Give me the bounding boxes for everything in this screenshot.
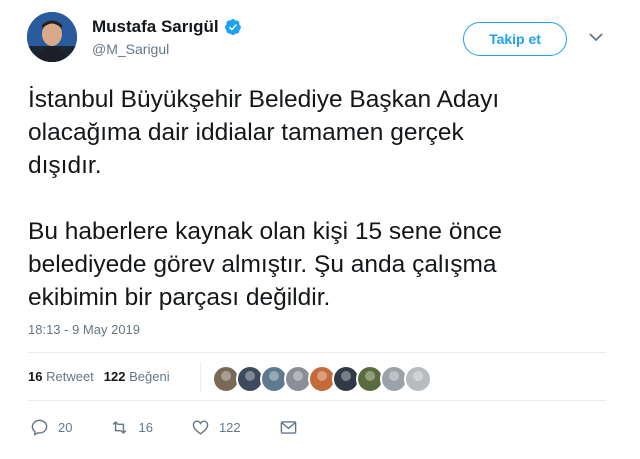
author-name[interactable]: Mustafa Sarıgül [92, 17, 219, 37]
reply-count: 20 [58, 420, 73, 435]
like-count: 122 [218, 420, 241, 435]
retweet-stat[interactable]: 16 Retweet [28, 369, 94, 384]
like-stat-label: Beğeni [129, 369, 170, 384]
reply-icon [31, 419, 48, 436]
like-button[interactable]: 122 [191, 418, 241, 437]
retweet-button[interactable]: 16 [110, 418, 153, 437]
retweet-icon [113, 421, 127, 434]
like-stat[interactable]: 122 Beğeni [104, 369, 170, 384]
tweet-actions: 20 16 122 [30, 418, 336, 437]
stats-separator [200, 362, 201, 392]
tweet-text: İstanbul Büyükşehir Belediye Başkan Aday… [28, 86, 502, 311]
envelope-icon [280, 421, 296, 434]
retweet-stat-label: Retweet [46, 369, 94, 384]
chevron-down-icon[interactable] [589, 32, 603, 42]
divider [28, 352, 606, 353]
reply-button[interactable]: 20 [30, 418, 72, 437]
verified-badge-icon [224, 19, 241, 36]
author-avatar[interactable] [27, 12, 77, 62]
author-handle[interactable]: @M_Sarigul [92, 41, 169, 57]
tweet-stats: 16 Retweet 122 Beğeni [28, 369, 170, 384]
retweet-stat-count: 16 [28, 369, 43, 384]
retweet-count: 16 [138, 420, 153, 435]
author-name-row[interactable]: Mustafa Sarıgül [92, 17, 242, 37]
tweet-timestamp[interactable]: 18:13 - 9 May 2019 [28, 322, 140, 337]
divider [28, 400, 606, 401]
liker-avatar[interactable] [404, 365, 432, 393]
follow-button[interactable]: Takip et [463, 22, 567, 56]
direct-message-button[interactable] [279, 418, 298, 437]
liker-avatars [212, 365, 432, 393]
heart-icon [192, 420, 209, 435]
like-stat-count: 122 [103, 369, 126, 384]
